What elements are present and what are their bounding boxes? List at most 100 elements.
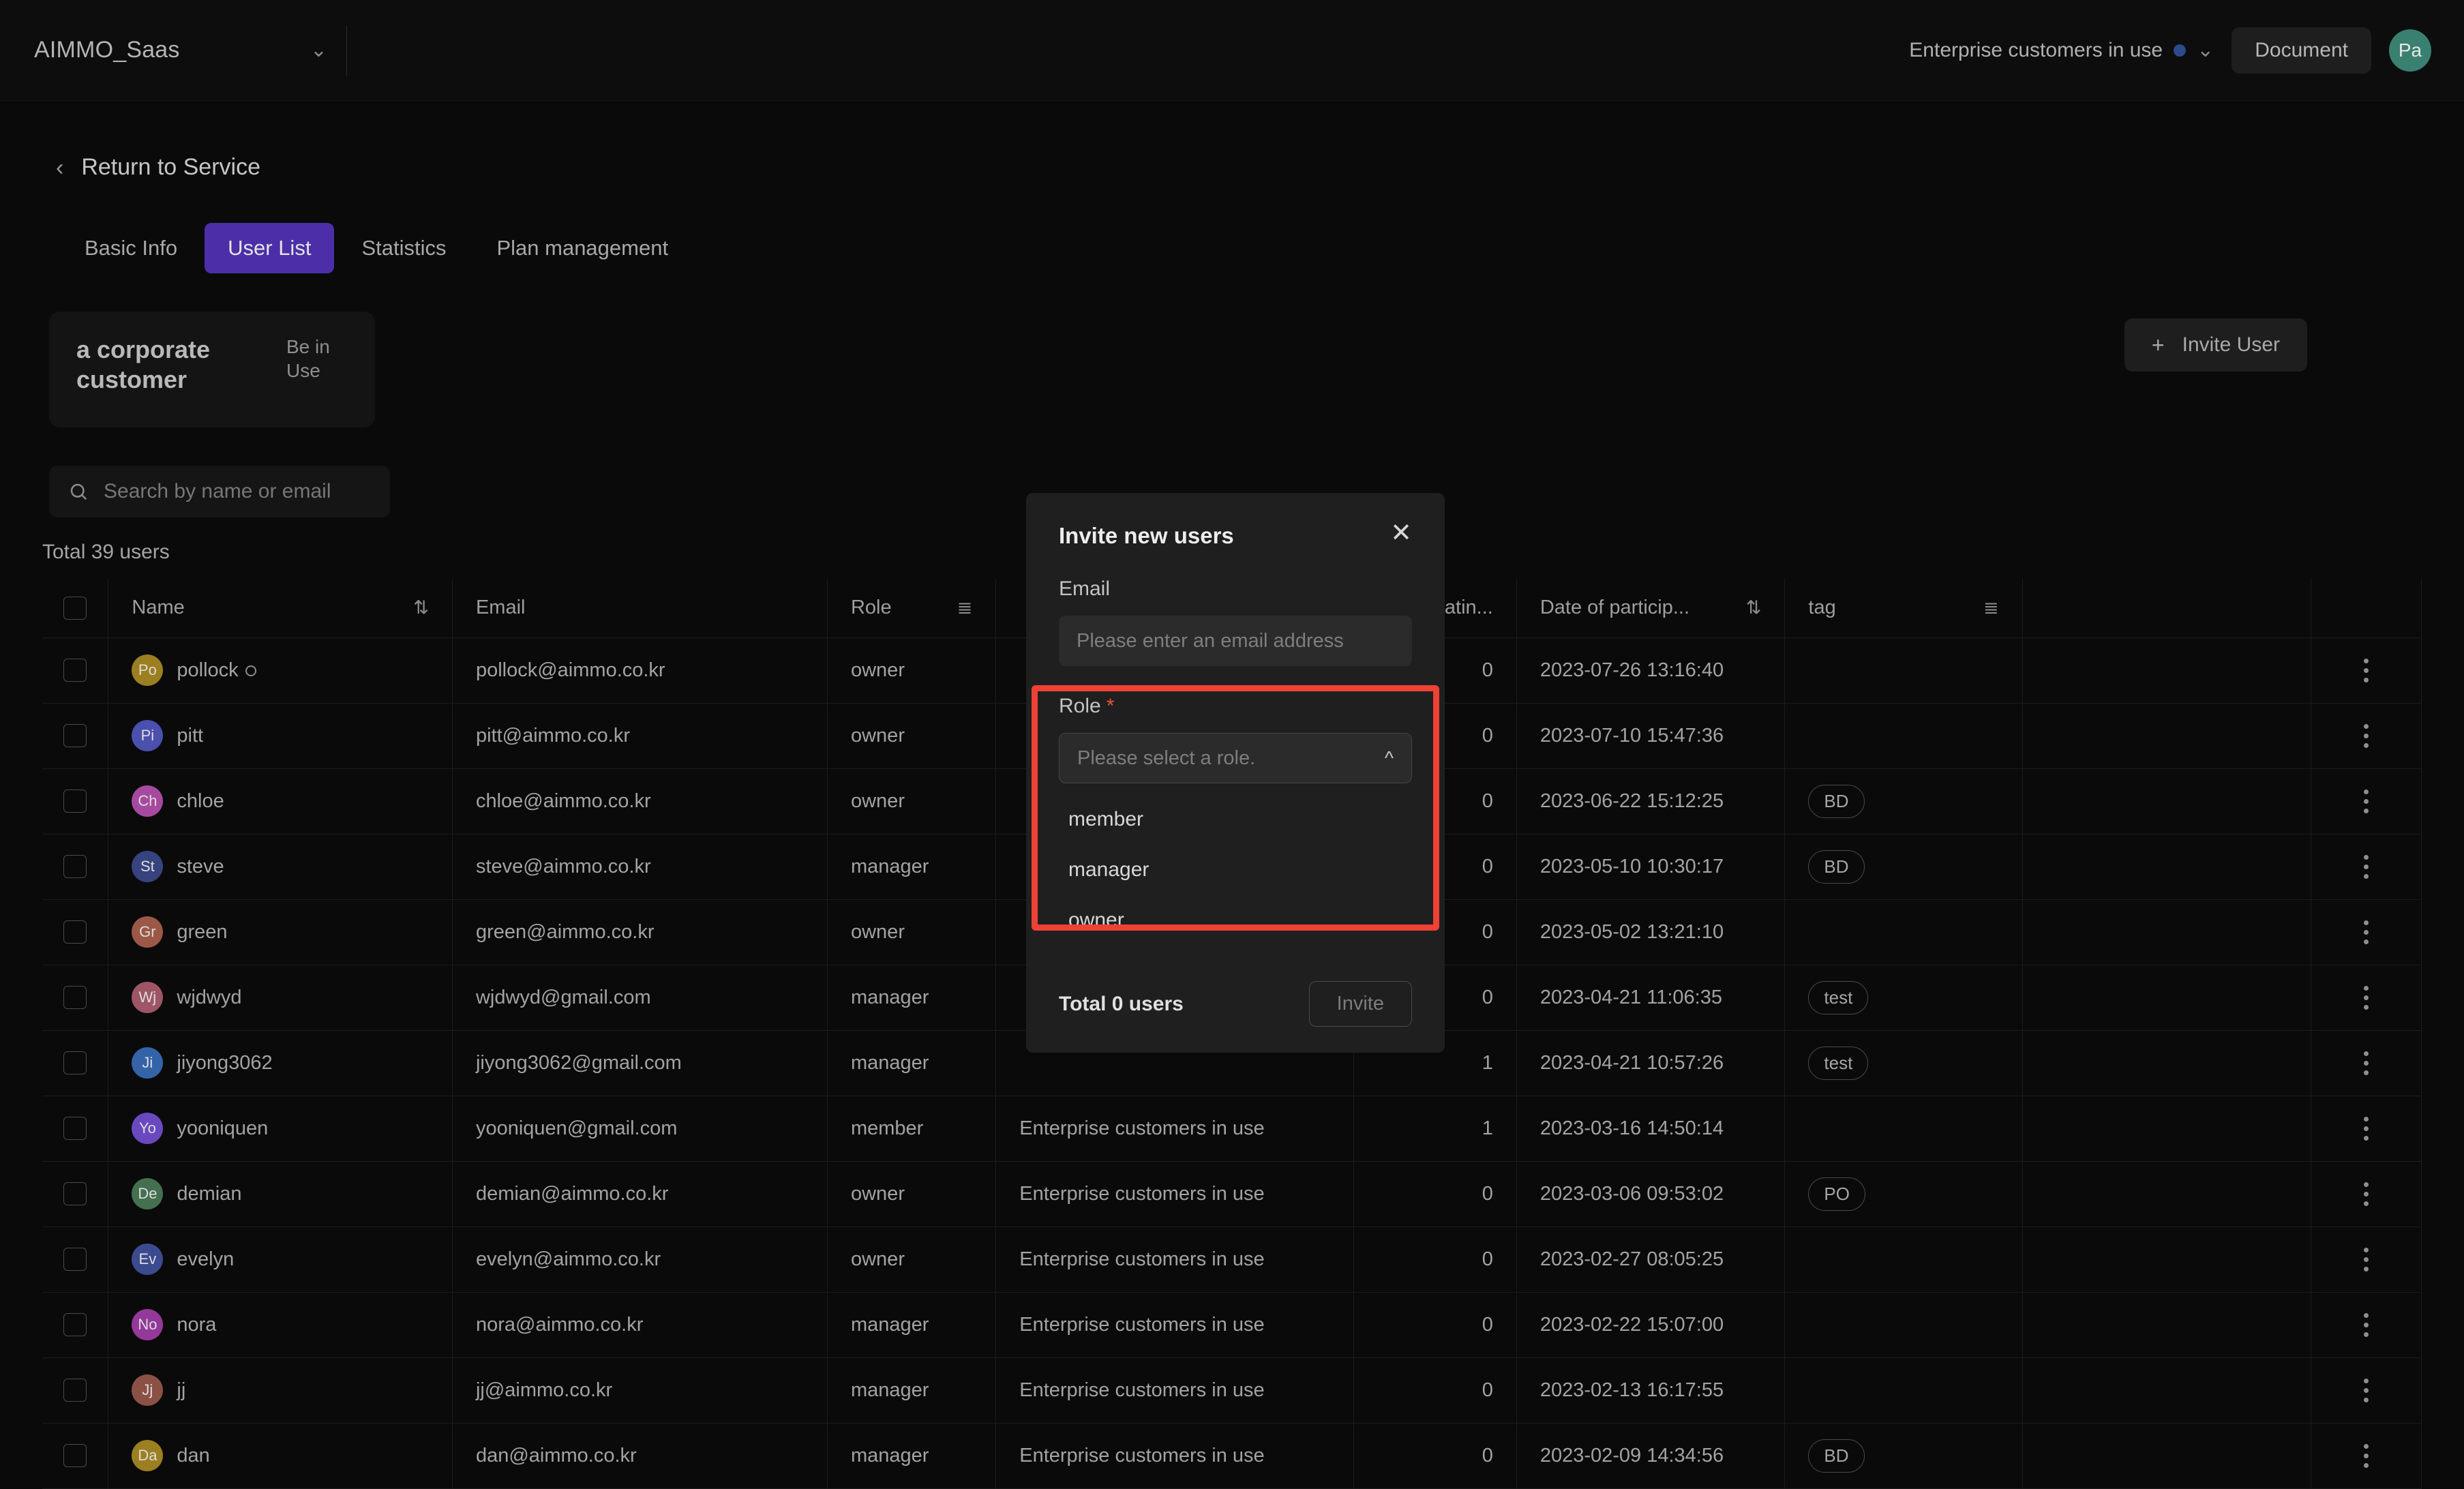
role-select[interactable]: Please select a role. ^ xyxy=(1059,733,1412,783)
row-menu-icon[interactable] xyxy=(2334,789,2398,813)
cell-plan: Enterprise customers in use xyxy=(995,1160,1355,1227)
sort-icon[interactable]: ⇅ xyxy=(1746,599,1762,617)
column-tag-label: tag xyxy=(1808,597,1836,619)
cell-tag: PO xyxy=(1784,1160,2023,1227)
cell-name: Jj jj xyxy=(108,1357,453,1424)
row-menu-icon[interactable] xyxy=(2334,920,2398,944)
user-name: pitt xyxy=(177,724,204,747)
row-menu-icon[interactable] xyxy=(2334,1312,2398,1337)
filter-icon[interactable]: ≣ xyxy=(957,599,973,617)
back-to-service-link[interactable]: ‹ Return to Service xyxy=(56,154,342,181)
cell-actions xyxy=(2311,702,2422,769)
cell-spacer xyxy=(2022,1160,2312,1227)
cell-role: owner xyxy=(827,702,997,769)
row-checkbox[interactable] xyxy=(63,789,87,813)
row-checkbox[interactable] xyxy=(63,1182,87,1206)
email-field[interactable] xyxy=(1059,616,1412,666)
avatar[interactable]: Pa xyxy=(2389,29,2431,72)
row-menu-icon[interactable] xyxy=(2334,1247,2398,1272)
cell-participating: 0 xyxy=(1353,1160,1517,1227)
cell-role: manager xyxy=(827,1422,997,1489)
cell-name: No nora xyxy=(108,1291,453,1358)
cell-participating: 0 xyxy=(1353,1357,1517,1424)
modal-footer: Total 0 users Invite xyxy=(1059,981,1412,1027)
invite-user-button[interactable]: + Invite User xyxy=(2124,318,2307,372)
row-menu-icon[interactable] xyxy=(2334,985,2398,1010)
cell-date: 2023-02-27 08:05:25 xyxy=(1516,1226,1786,1293)
cell-email: jiyong3062@gmail.com xyxy=(452,1029,828,1096)
row-menu-icon[interactable] xyxy=(2334,1378,2398,1402)
select-all-checkbox[interactable] xyxy=(63,596,87,620)
enterprise-plan-selector[interactable]: Enterprise customers in use ⌄ xyxy=(1909,39,2214,62)
avatar: No xyxy=(132,1309,164,1340)
column-name[interactable]: Name ⇅ xyxy=(108,579,453,638)
cell-date: 2023-07-10 15:47:36 xyxy=(1516,702,1786,769)
cell-participating: 0 xyxy=(1353,1226,1517,1293)
document-button[interactable]: Document xyxy=(2232,27,2371,74)
row-checkbox[interactable] xyxy=(63,724,87,748)
cell-spacer xyxy=(2022,964,2312,1031)
row-checkbox[interactable] xyxy=(63,986,87,1010)
role-option-member[interactable]: member xyxy=(1059,794,1412,845)
cell-plan: Enterprise customers in use xyxy=(995,1357,1355,1424)
cell-actions xyxy=(2311,899,2422,965)
row-select-cell xyxy=(42,833,109,900)
row-checkbox[interactable] xyxy=(63,1051,87,1075)
row-menu-icon[interactable] xyxy=(2334,658,2398,682)
user-name: pollock xyxy=(177,659,256,682)
row-select-cell xyxy=(42,1160,109,1227)
column-date[interactable]: Date of particip... ⇅ xyxy=(1516,579,1786,638)
row-checkbox[interactable] xyxy=(63,1379,87,1402)
cell-plan: Enterprise customers in use xyxy=(995,1095,1355,1162)
user-name: nora xyxy=(177,1313,217,1336)
search-box[interactable] xyxy=(49,466,390,517)
avatar: Yo xyxy=(132,1113,164,1144)
cell-name: De demian xyxy=(108,1160,453,1227)
role-label-text: Role xyxy=(1059,695,1101,717)
role-option-manager[interactable]: manager xyxy=(1059,845,1412,895)
chevron-down-icon: ⌄ xyxy=(2197,38,2214,61)
row-menu-icon[interactable] xyxy=(2334,854,2398,879)
tab-basic-info[interactable]: Basic Info xyxy=(61,223,200,273)
status-badge: BD xyxy=(1808,784,1865,818)
divider xyxy=(346,25,347,76)
cell-spacer xyxy=(2022,1095,2312,1162)
row-menu-icon[interactable] xyxy=(2334,1051,2398,1075)
tab-statistics[interactable]: Statistics xyxy=(338,223,469,273)
row-menu-icon[interactable] xyxy=(2334,1443,2398,1468)
filter-icon[interactable]: ≣ xyxy=(1983,599,1999,617)
table-row: No nora nora@aimmo.co.kr manager Enterprise … xyxy=(42,1291,2422,1358)
row-checkbox[interactable] xyxy=(63,1248,87,1272)
modal-invite-button[interactable]: Invite xyxy=(1308,981,1412,1027)
role-option-owner[interactable]: owner xyxy=(1059,895,1412,946)
cell-tag xyxy=(1784,702,2023,769)
cell-actions xyxy=(2311,1029,2422,1096)
cell-date: 2023-04-21 11:06:35 xyxy=(1516,964,1786,1031)
cell-email: dan@aimmo.co.kr xyxy=(452,1422,828,1489)
column-role[interactable]: Role ≣ xyxy=(827,579,997,638)
row-checkbox[interactable] xyxy=(63,920,87,944)
row-select-cell xyxy=(42,702,109,769)
row-menu-icon[interactable] xyxy=(2334,1182,2398,1206)
tab-plan-management[interactable]: Plan management xyxy=(473,223,691,273)
avatar: Jj xyxy=(132,1374,164,1406)
sort-icon[interactable]: ⇅ xyxy=(413,599,429,617)
row-checkbox[interactable] xyxy=(63,1444,87,1468)
row-menu-icon[interactable] xyxy=(2334,723,2398,748)
row-checkbox[interactable] xyxy=(63,1313,87,1337)
row-menu-icon[interactable] xyxy=(2334,1116,2398,1141)
row-checkbox[interactable] xyxy=(63,1117,87,1141)
modal-title: Invite new users xyxy=(1059,523,1234,548)
avatar: Ji xyxy=(132,1047,164,1079)
row-select-cell xyxy=(42,637,109,704)
cell-name: Po pollock xyxy=(108,637,453,704)
close-icon[interactable]: ✕ xyxy=(1390,520,1412,546)
tab-user-list[interactable]: User List xyxy=(205,223,335,273)
row-checkbox[interactable] xyxy=(63,659,87,682)
user-name: yooniquen xyxy=(177,1117,269,1139)
column-tag[interactable]: tag ≣ xyxy=(1784,579,2023,638)
search-input[interactable] xyxy=(104,480,371,503)
row-checkbox[interactable] xyxy=(63,855,87,879)
table-row: Jj jj jj@aimmo.co.kr manager Enterprise cust… xyxy=(42,1357,2422,1424)
workspace-selector[interactable]: AIMMO_Saas ⌄ xyxy=(34,30,327,71)
